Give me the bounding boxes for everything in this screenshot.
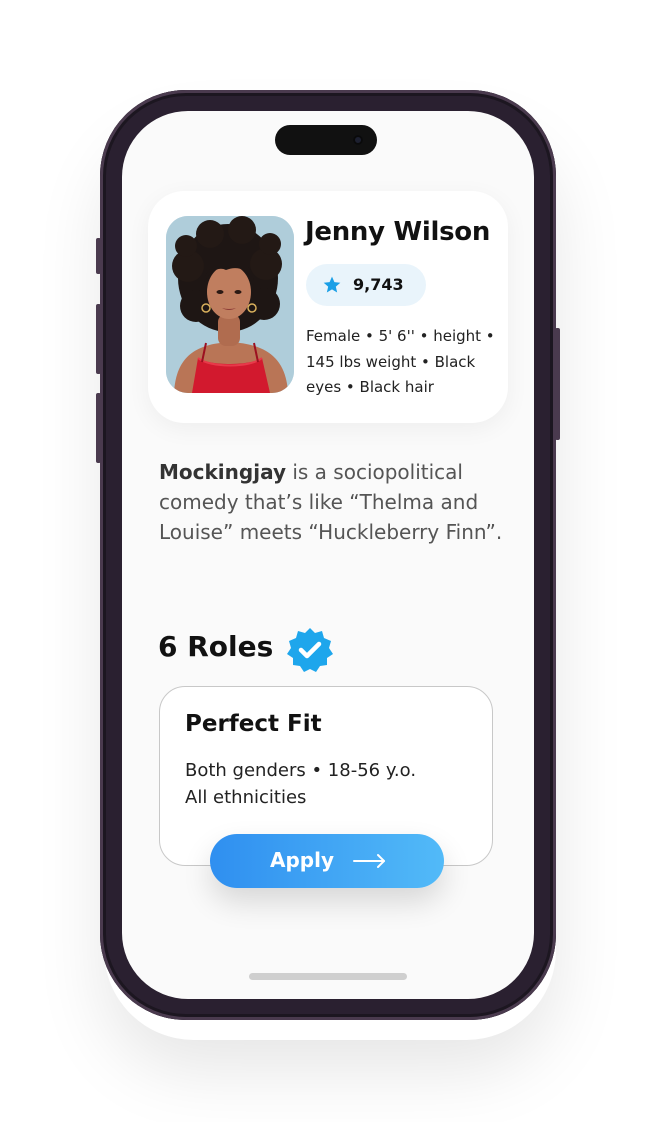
role-requirement-line: Both genders • 18-56 y.o. <box>185 760 417 781</box>
home-indicator[interactable] <box>249 973 407 980</box>
camera-icon <box>353 135 363 145</box>
role-title: Perfect Fit <box>185 711 322 737</box>
rating-value: 9,743 <box>353 275 404 294</box>
stage: Jenny Wilson 9,743 Female • 5' 6'' • hei… <box>0 0 656 1122</box>
star-icon <box>323 276 341 293</box>
roles-heading: 6 Roles <box>158 630 274 663</box>
profile-name: Jenny Wilson <box>305 217 491 247</box>
profile-attributes: Female • 5' 6'' • height • 145 lbs weigh… <box>306 327 495 396</box>
person-photo-icon <box>166 216 294 393</box>
apply-button-label: Apply <box>270 848 335 872</box>
project-title: Mockingjay <box>159 460 286 484</box>
phone-screen: Jenny Wilson 9,743 Female • 5' 6'' • hei… <box>122 111 534 999</box>
verified-badge-icon <box>287 628 333 672</box>
profile-card[interactable]: Jenny Wilson 9,743 Female • 5' 6'' • hei… <box>148 191 508 423</box>
rating-badge: 9,743 <box>306 264 426 306</box>
dynamic-island <box>275 125 377 155</box>
project-tagline: Mockingjay is a sociopolitical comedy th… <box>159 457 509 547</box>
avatar[interactable] <box>166 216 294 393</box>
apply-button[interactable]: Apply <box>210 834 444 888</box>
role-requirement-line: All ethnicities <box>185 787 307 808</box>
role-requirements: Both genders • 18-56 y.o. All ethnicitie… <box>185 757 475 811</box>
arrow-right-icon <box>353 854 385 868</box>
